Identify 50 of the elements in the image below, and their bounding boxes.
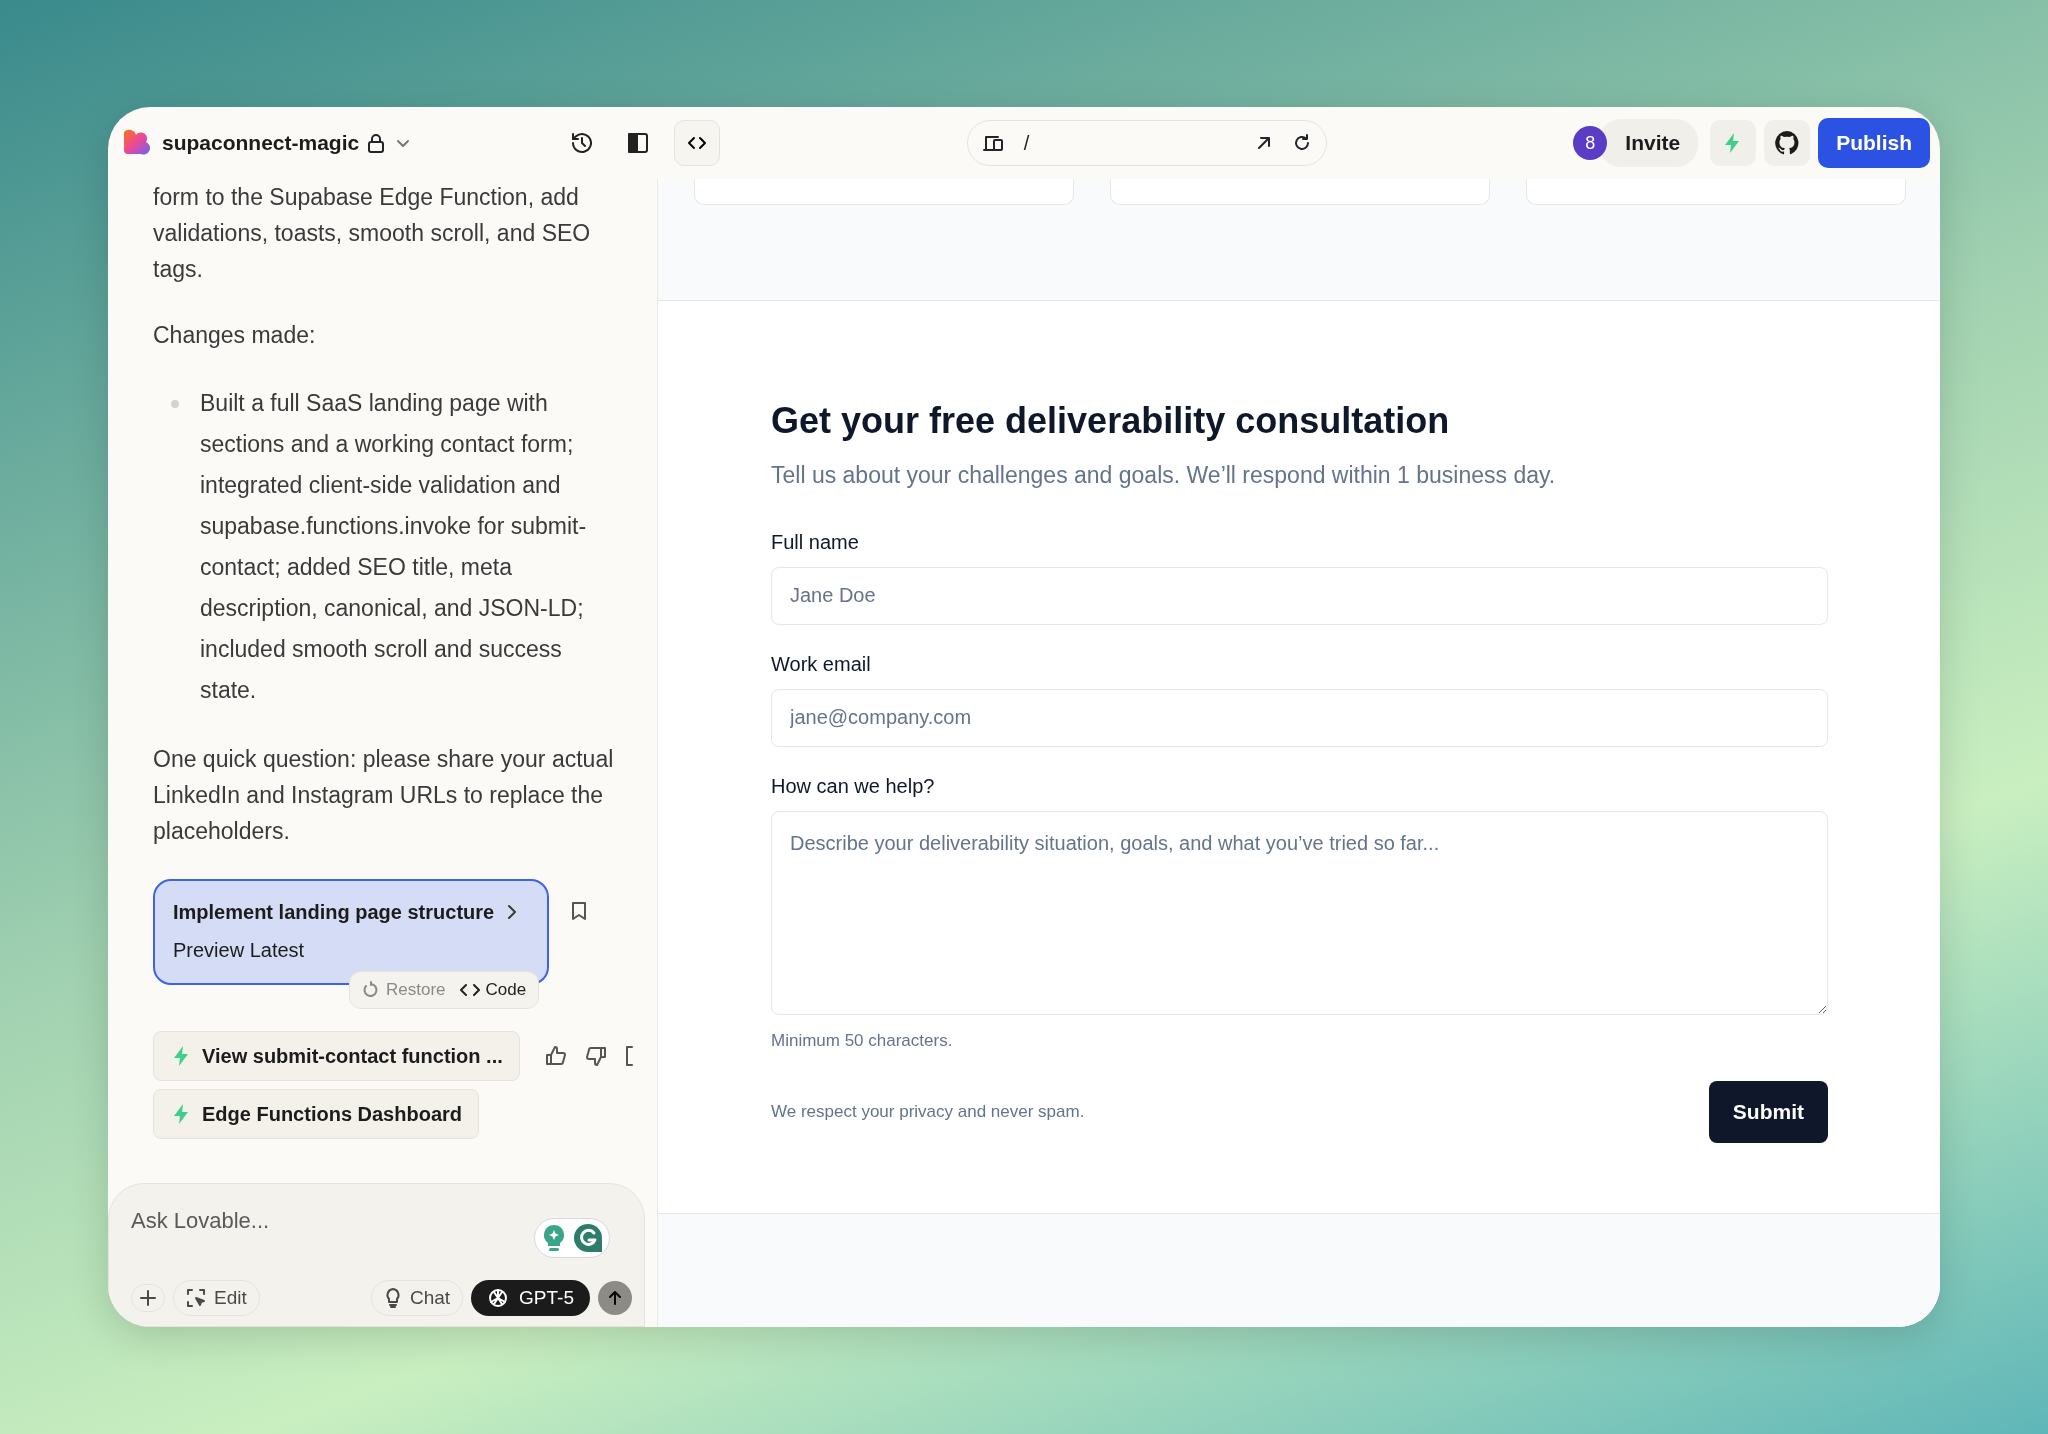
privacy-note: We respect your privacy and never spam. [771,1101,1085,1124]
g-letter-logo-icon [573,1223,603,1253]
bullet-marker [171,400,179,408]
form-heading: Get your free deliverability consultation [771,399,1451,443]
lock-icon [367,133,386,153]
message-paragraph: One quick question: please share your actual LinkedIn and Instagram URLs to replace the placeholders. [153,745,615,846]
message-textarea[interactable]: Describe your deliverability situation, goals, and what you’ve tried so far... [771,810,1828,1015]
restore-icon [362,981,380,999]
github-button[interactable] [1764,120,1811,166]
code-icon [459,982,480,998]
version-subtitle: Preview Latest [173,938,306,963]
field-hint: Minimum 50 characters. [771,1029,954,1052]
link-chip[interactable]: Edge Functions Dashboard [153,1089,480,1139]
submit-button[interactable]: Submit [1708,1081,1828,1143]
field-label: Full name [771,529,860,555]
message-input[interactable]: Ask Lovable... [131,1204,431,1237]
edit-button[interactable]: Edit [173,1279,260,1316]
version-title: Implement landing page structure [173,900,495,925]
message-paragraph: Changes made: [153,321,317,350]
plus-icon [138,1287,158,1308]
lightbulb-icon [541,1223,567,1253]
form-subtitle: Tell us about your challenges and goals. We’ll respond within 1 business day. [771,461,1557,491]
message-paragraph: form to the Supabase Edge Function, add validations, toasts, smooth scroll, and SEO tags. [153,183,592,284]
field-label: How can we help? [771,773,936,799]
writing-assistant-widget[interactable] [534,1218,610,1258]
link-chip[interactable]: View submit-contact function ... [153,1031,520,1081]
bookmark-icon[interactable] [571,901,587,921]
arrow-up-icon [606,1288,624,1307]
bullet-item: Built a full SaaS landing page with sections and a working contact form; integrated client-side validation and supabase.functions.invoke for submit-contact; added SEO title, meta description, canonical, and JSON-LD; included smooth scroll and success state. [200,389,588,705]
model-selector-button[interactable]: GPT-5 [471,1279,590,1316]
field-label: Work email [771,651,872,677]
invite-button[interactable]: Invite [1599,119,1699,167]
add-button[interactable] [131,1283,165,1312]
address-path: / [1023,131,1031,156]
input-field[interactable]: Jane Doe [771,566,1828,625]
select-cursor-icon [186,1287,206,1308]
sidebar-icon [627,132,649,154]
code-view-button[interactable] [674,120,720,166]
chat-mode-button[interactable]: Chat [370,1279,464,1316]
github-cat-icon [1774,130,1801,156]
publish-button[interactable]: Publish [1818,118,1930,168]
thumbs-up-icon[interactable] [543,1044,568,1068]
send-button[interactable] [598,1280,632,1315]
input-field[interactable]: jane@company.com [771,688,1828,747]
project-name[interactable]: supaconnect-magic [162,127,360,159]
lightbulb-icon [383,1286,402,1309]
chevron-right-icon [505,904,519,920]
collaborator-count-avatar: 8 [1573,126,1608,160]
thumbs-down-icon[interactable] [583,1044,608,1068]
history-icon [570,131,594,155]
